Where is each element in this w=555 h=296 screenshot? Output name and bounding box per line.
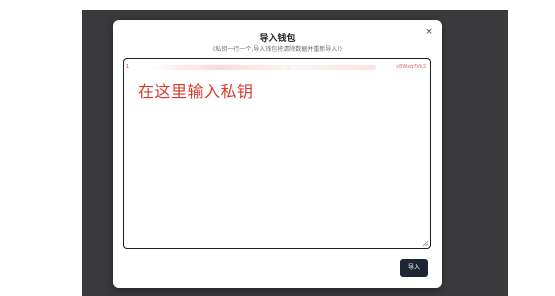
key-line-end: c8Wxq7Vk2 <box>396 64 426 70</box>
dialog-subtitle: (私钥一行一个,导入钱包将清除数据并重新导入!) <box>213 46 342 53</box>
key-line-start: 1 <box>126 64 130 70</box>
dialog-title: 导入钱包 <box>259 34 296 44</box>
close-icon[interactable]: × <box>424 27 434 37</box>
private-key-input[interactable]: 1 c8Wxq7Vk2 在这里输入私钥 <box>123 58 431 249</box>
import-button[interactable]: 导入 <box>400 259 428 277</box>
import-wallet-dialog: 导入钱包 (私钥一行一个,导入钱包将清除数据并重新导入!) × 1 c8Wxq7… <box>113 20 442 288</box>
annotation-text: 在这里输入私钥 <box>138 82 254 101</box>
redacted-key-line: 1 c8Wxq7Vk2 <box>126 64 426 71</box>
redaction-blur <box>146 65 291 70</box>
redaction-blur <box>286 65 376 70</box>
resize-grip-icon[interactable] <box>422 240 428 246</box>
